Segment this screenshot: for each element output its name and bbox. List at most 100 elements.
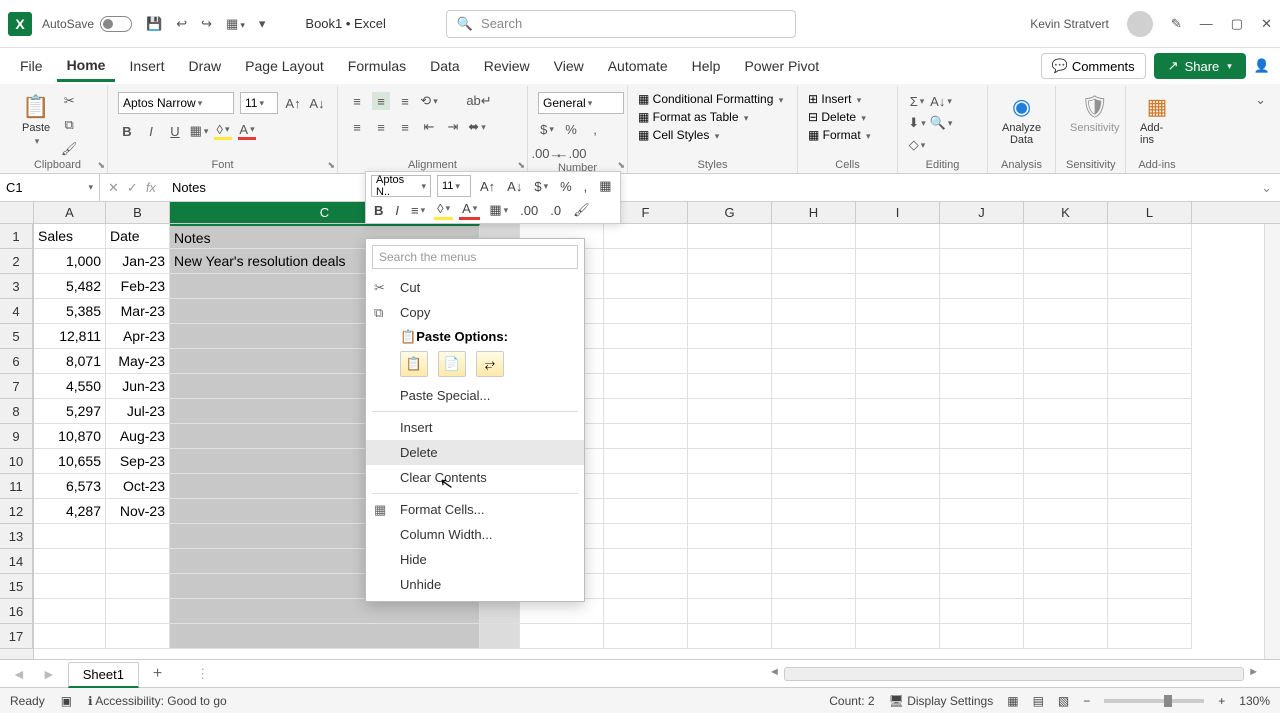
cell[interactable] xyxy=(688,274,772,299)
cell[interactable] xyxy=(1108,474,1192,499)
cell[interactable] xyxy=(1108,374,1192,399)
cell[interactable] xyxy=(1024,599,1108,624)
cell[interactable]: 10,655 xyxy=(34,449,106,474)
undo-icon[interactable]: ↩ xyxy=(176,16,187,32)
cut-icon[interactable]: ✂ xyxy=(60,92,78,110)
cell[interactable] xyxy=(604,349,688,374)
row-header[interactable]: 15 xyxy=(0,574,33,599)
cell[interactable] xyxy=(856,299,940,324)
autosave-toggle[interactable]: AutoSave xyxy=(42,16,132,32)
autosum-icon[interactable]: Σ▾ xyxy=(908,92,926,110)
dialog-launcher-icon[interactable]: ⬊ xyxy=(97,160,105,171)
decrease-decimal-icon[interactable]: ←.00 xyxy=(562,144,580,162)
cell[interactable] xyxy=(940,549,1024,574)
tab-formulas[interactable]: Formulas xyxy=(338,52,416,80)
sheet-nav-prev-icon[interactable]: ◄ xyxy=(8,666,30,682)
comma-icon[interactable]: , xyxy=(586,120,604,138)
cell[interactable] xyxy=(1024,374,1108,399)
row-header[interactable]: 2 xyxy=(0,249,33,274)
number-format-select[interactable]: General▾ xyxy=(538,92,624,114)
mini-border-icon[interactable]: ▦▾ xyxy=(486,200,511,220)
cell[interactable] xyxy=(1024,524,1108,549)
cell[interactable] xyxy=(940,449,1024,474)
row-header[interactable]: 6 xyxy=(0,349,33,374)
cell[interactable] xyxy=(688,549,772,574)
cell[interactable] xyxy=(856,374,940,399)
cell[interactable] xyxy=(688,424,772,449)
cell[interactable]: 1,000 xyxy=(34,249,106,274)
cell[interactable] xyxy=(856,324,940,349)
ctx-column-width[interactable]: Column Width... xyxy=(366,522,584,547)
vertical-scrollbar[interactable] xyxy=(1264,224,1280,659)
cell-styles-button[interactable]: ▦ Cell Styles ▾ xyxy=(638,128,719,142)
tab-view[interactable]: View xyxy=(544,52,594,80)
row-header[interactable]: 12 xyxy=(0,499,33,524)
cell[interactable] xyxy=(1108,324,1192,349)
toggle-off-icon[interactable] xyxy=(100,16,132,32)
cell[interactable] xyxy=(772,349,856,374)
cell[interactable] xyxy=(940,474,1024,499)
cell[interactable] xyxy=(688,624,772,649)
italic-button[interactable]: I xyxy=(142,122,160,140)
cancel-icon[interactable]: ✕ xyxy=(108,180,119,196)
cell[interactable]: 5,385 xyxy=(34,299,106,324)
cell[interactable] xyxy=(604,524,688,549)
row-header[interactable]: 14 xyxy=(0,549,33,574)
cell[interactable]: Jan-23 xyxy=(106,249,170,274)
cell[interactable] xyxy=(1108,249,1192,274)
cell[interactable] xyxy=(106,574,170,599)
redo-icon[interactable]: ↪ xyxy=(201,16,212,32)
view-page-layout-icon[interactable]: ▤ xyxy=(1033,694,1044,708)
delete-cells-button[interactable]: ⊟ Delete ▾ xyxy=(808,110,866,124)
cell[interactable] xyxy=(856,599,940,624)
sheet-nav-next-icon[interactable]: ► xyxy=(38,666,60,682)
cell[interactable] xyxy=(106,549,170,574)
cell[interactable] xyxy=(170,599,480,624)
cell[interactable]: Apr-23 xyxy=(106,324,170,349)
ctx-paste-special[interactable]: Paste Special... xyxy=(366,383,584,408)
cell[interactable] xyxy=(772,249,856,274)
ctx-format-cells[interactable]: ▦Format Cells... xyxy=(366,497,584,522)
cell[interactable] xyxy=(856,524,940,549)
mini-dec-decimal-icon[interactable]: .0 xyxy=(547,200,564,220)
dialog-launcher-icon[interactable]: ⬊ xyxy=(517,160,525,171)
mini-italic-button[interactable]: I xyxy=(392,200,402,220)
cell[interactable] xyxy=(1108,524,1192,549)
cell[interactable] xyxy=(1024,299,1108,324)
cell[interactable] xyxy=(772,299,856,324)
col-header-k[interactable]: K xyxy=(1024,202,1108,223)
collapse-ribbon-icon[interactable]: ⌄ xyxy=(1249,86,1272,173)
mini-decrease-font-icon[interactable]: A↓ xyxy=(504,176,525,196)
cell[interactable] xyxy=(604,474,688,499)
mini-format-painter-icon[interactable]: 🖌 xyxy=(570,200,593,220)
cell[interactable] xyxy=(772,624,856,649)
cell[interactable] xyxy=(856,499,940,524)
cell[interactable] xyxy=(856,624,940,649)
cell[interactable] xyxy=(772,524,856,549)
cell[interactable] xyxy=(856,549,940,574)
format-cells-button[interactable]: ▦ Format ▾ xyxy=(808,128,871,142)
col-header-l[interactable]: L xyxy=(1108,202,1192,223)
cell[interactable] xyxy=(940,574,1024,599)
cell[interactable] xyxy=(34,549,106,574)
align-left-icon[interactable]: ≡ xyxy=(348,118,366,136)
align-middle-icon[interactable]: ≡ xyxy=(372,92,390,110)
tab-automate[interactable]: Automate xyxy=(598,52,678,80)
cell[interactable] xyxy=(1024,249,1108,274)
cell[interactable] xyxy=(106,524,170,549)
cell[interactable] xyxy=(34,574,106,599)
copy-icon[interactable]: ⧉ xyxy=(60,116,78,134)
cell[interactable]: 5,482 xyxy=(34,274,106,299)
cell[interactable] xyxy=(604,424,688,449)
ctx-hide[interactable]: Hide xyxy=(366,547,584,572)
macro-record-icon[interactable]: ▣ xyxy=(61,694,72,708)
row-header[interactable]: 4 xyxy=(0,299,33,324)
clear-icon[interactable]: ◇▾ xyxy=(908,136,926,154)
cell[interactable] xyxy=(604,249,688,274)
tab-power-pivot[interactable]: Power Pivot xyxy=(734,52,829,80)
name-box[interactable]: C1 ▾ xyxy=(0,174,100,201)
cell[interactable] xyxy=(772,399,856,424)
cell[interactable] xyxy=(940,324,1024,349)
cell[interactable] xyxy=(940,499,1024,524)
cell[interactable] xyxy=(688,299,772,324)
